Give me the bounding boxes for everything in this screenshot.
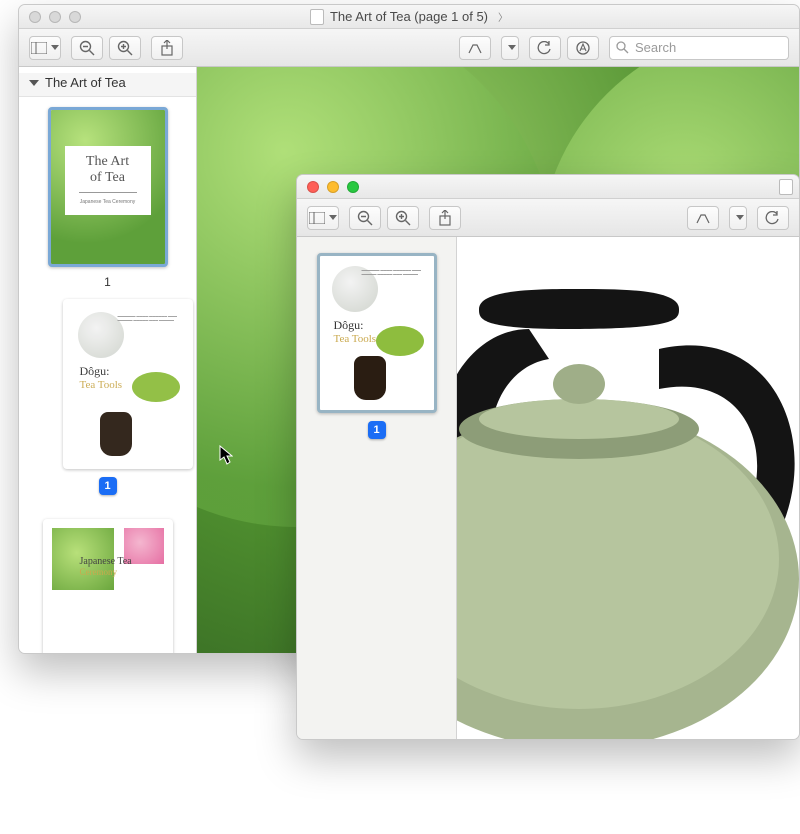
preview-window-2: ▬▬▬▬▬▬ ▬▬▬▬ ▬▬▬▬▬▬ ▬▬▬ ▬▬▬▬▬ ▬▬▬▬▬ ▬▬▬ ▬… [296, 174, 800, 740]
zoom-out-button[interactable] [71, 36, 103, 60]
traffic-lights [29, 11, 81, 23]
search-input[interactable]: Search [609, 36, 789, 60]
page-thumbnail-3[interactable]: Japanese Tea Ceremony [43, 519, 173, 653]
close-button[interactable] [307, 181, 319, 193]
sidebar-header[interactable]: The Art of Tea [19, 73, 196, 97]
rotate-button[interactable] [529, 36, 561, 60]
thumbnail-sidebar: ▬▬▬▬▬▬ ▬▬▬▬ ▬▬▬▬▬▬ ▬▬▬ ▬▬▬▬▬ ▬▬▬▬▬ ▬▬▬ ▬… [297, 237, 457, 739]
window-title-text: The Art of Tea (page 1 of 5) [330, 9, 488, 24]
document-canvas[interactable] [457, 237, 799, 739]
traffic-lights [307, 181, 359, 193]
highlight-menu-button[interactable] [729, 206, 747, 230]
toolbar: Search [19, 29, 799, 67]
sidebar-toggle-button[interactable] [307, 206, 339, 230]
markup-button[interactable] [567, 36, 599, 60]
chevron-down-icon[interactable]: 〉 [498, 9, 508, 24]
page-badge-2: 1 [99, 477, 117, 495]
page-thumbnail-2-dragged[interactable]: ▬▬▬▬▬▬ ▬▬▬▬ ▬▬▬▬▬▬ ▬▬▬ ▬▬▬▬▬ ▬▬▬▬▬ ▬▬▬ ▬… [63, 299, 193, 469]
titlebar[interactable]: The Art of Tea (page 1 of 5) 〉 [19, 5, 799, 29]
zoom-button[interactable] [347, 181, 359, 193]
sidebar-toggle-button[interactable] [29, 36, 61, 60]
window-title: The Art of Tea (page 1 of 5) 〉 [19, 9, 799, 25]
cursor-icon [219, 445, 233, 465]
close-button[interactable] [29, 11, 41, 23]
document-icon [310, 9, 324, 25]
zoom-in-button[interactable] [109, 36, 141, 60]
zoom-in-button[interactable] [387, 206, 419, 230]
page-label-1: 1 [104, 275, 111, 289]
search-icon [616, 41, 629, 54]
page-thumbnail-1[interactable]: ▬▬▬▬▬▬ ▬▬▬▬ ▬▬▬▬▬▬ ▬▬▬ ▬▬▬▬▬ ▬▬▬▬▬ ▬▬▬ ▬… [317, 253, 437, 413]
highlight-button[interactable] [687, 206, 719, 230]
document-icon [779, 179, 793, 195]
share-button[interactable] [151, 36, 183, 60]
share-button[interactable] [429, 206, 461, 230]
zoom-button[interactable] [69, 11, 81, 23]
teapot-image [457, 259, 799, 739]
thumbnail-sidebar: The Art of Tea The Art of Tea Japanese T… [19, 67, 197, 653]
page-badge-1: 1 [368, 421, 386, 439]
highlight-menu-button[interactable] [501, 36, 519, 60]
minimize-button[interactable] [49, 11, 61, 23]
search-placeholder: Search [635, 40, 676, 55]
rotate-button[interactable] [757, 206, 789, 230]
toolbar [297, 199, 799, 237]
page-thumbnail-1[interactable]: The Art of Tea Japanese Tea Ceremony [48, 107, 168, 267]
minimize-button[interactable] [327, 181, 339, 193]
highlight-button[interactable] [459, 36, 491, 60]
zoom-out-button[interactable] [349, 206, 381, 230]
disclosure-triangle-icon[interactable] [29, 80, 39, 86]
titlebar[interactable] [297, 175, 799, 199]
sidebar-title: The Art of Tea [45, 75, 126, 90]
